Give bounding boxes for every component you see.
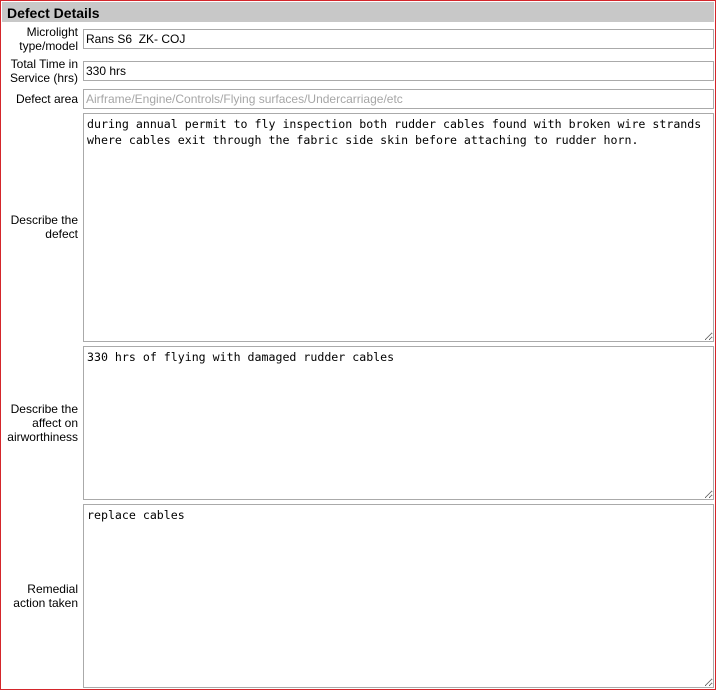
section-title: Defect Details: [7, 5, 100, 21]
remedial-action-label: Remedial action taken: [13, 582, 78, 610]
section-header: Defect Details: [2, 2, 714, 22]
defect-area-label: Defect area: [15, 92, 78, 106]
microlight-type-input[interactable]: [83, 29, 714, 49]
describe-defect-label: Describe the defect: [10, 213, 78, 241]
microlight-type-label: Microlight type/model: [19, 25, 78, 53]
defect-details-panel: Defect Details Microlight type/model Tot…: [0, 0, 716, 690]
total-time-label: Total Time in Service (hrs): [9, 57, 78, 85]
airworthiness-effect-textarea[interactable]: 330 hrs of flying with damaged rudder ca…: [83, 346, 714, 500]
airworthiness-effect-label: Describe the affect on airworthiness: [7, 402, 78, 444]
defect-area-input[interactable]: [83, 89, 714, 109]
total-time-input[interactable]: [83, 61, 714, 81]
remedial-action-textarea[interactable]: replace cables: [83, 504, 714, 688]
describe-defect-textarea[interactable]: during annual permit to fly inspection b…: [83, 113, 714, 342]
